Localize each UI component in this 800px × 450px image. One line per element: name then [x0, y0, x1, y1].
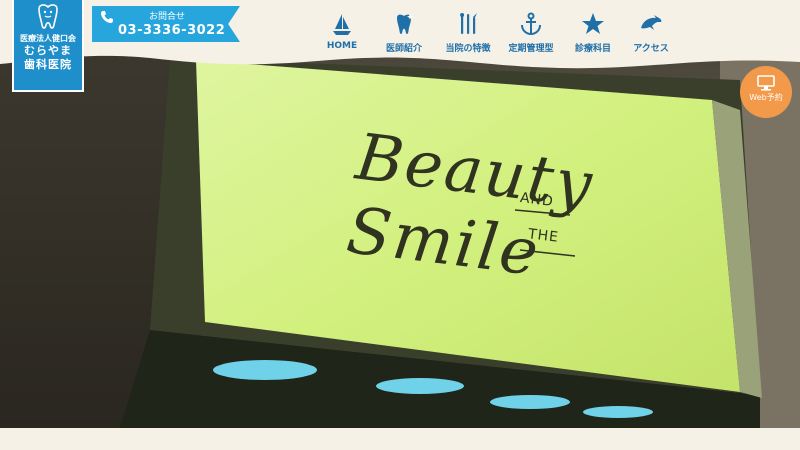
nav-item-services[interactable]: 診療科目: [566, 12, 620, 54]
phone-icon: [101, 11, 113, 23]
nav-label-features: 当院の特徴: [445, 44, 491, 54]
logo-name-line2: 歯科医院: [24, 58, 72, 71]
nav-item-doctor[interactable]: 医師紹介: [374, 12, 434, 54]
nav-label-maintenance: 定期管理型: [508, 44, 554, 54]
phone-number[interactable]: 03-3336-3022: [118, 23, 225, 38]
main-navigation: HOME 医師紹介 当院の特徴 定期管理型 診療科目 アクセス: [320, 12, 678, 54]
phone-label: お問合せ: [148, 12, 185, 22]
star-icon: [582, 13, 604, 34]
nav-item-access[interactable]: アクセス: [624, 12, 678, 54]
anchor-icon: [521, 12, 541, 36]
nav-label-home: HOME: [326, 41, 358, 51]
phone-banner[interactable]: お問合せ 03-3336-3022: [92, 6, 240, 42]
nav-item-features[interactable]: 当院の特徴: [438, 12, 498, 54]
sailboat-icon: [333, 14, 351, 35]
tooth-icon: [397, 14, 413, 35]
logo-name-line1: むらやま: [24, 44, 72, 57]
content-strip: [0, 428, 800, 450]
web-reservation-label: Web予約: [749, 93, 783, 102]
dental-tools-icon: [460, 13, 477, 34]
nav-label-services: 診療科目: [574, 44, 611, 54]
dolphin-icon: [641, 15, 662, 30]
monitor-icon: [757, 75, 775, 91]
tooth-mascot-icon: [38, 4, 58, 29]
logo-corporation: 医療法人健口会: [20, 34, 76, 43]
nav-label-doctor: 医師紹介: [385, 44, 422, 54]
clinic-logo[interactable]: 医療法人健口会 むらやま 歯科医院: [12, 0, 84, 92]
nav-item-maintenance[interactable]: 定期管理型: [500, 12, 562, 54]
nav-item-home[interactable]: HOME: [320, 12, 364, 54]
web-reservation-button[interactable]: Web予約: [740, 66, 792, 118]
nav-label-access: アクセス: [633, 44, 669, 54]
